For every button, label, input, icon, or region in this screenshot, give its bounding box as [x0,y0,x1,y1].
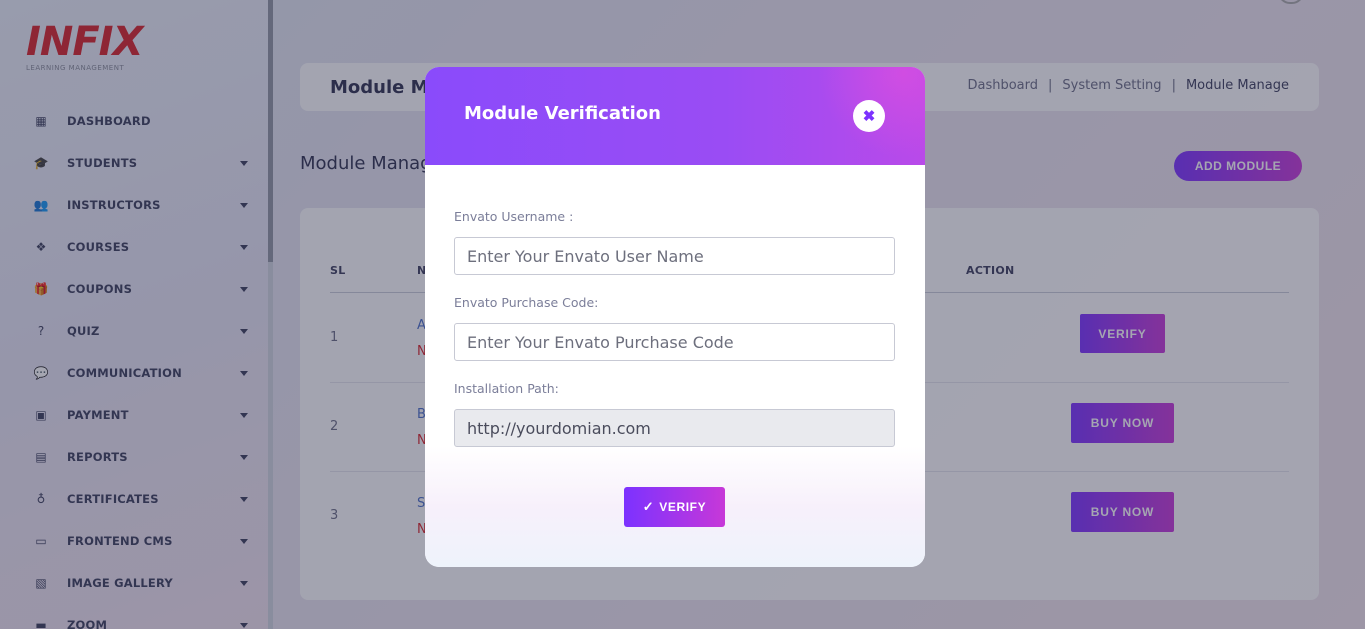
modal-body: Envato Username : Envato Purchase Code: … [425,165,925,567]
envato-username-label: Envato Username : [454,209,574,224]
modal-header: Module Verification [425,67,925,165]
envato-purchase-code-input[interactable] [454,323,895,361]
envato-username-input[interactable] [454,237,895,275]
envato-purchase-code-label: Envato Purchase Code: [454,295,599,310]
verify-button[interactable]: ✓ VERIFY [624,487,725,527]
module-verification-modal: Module Verification ✖ Envato Username : … [425,67,925,567]
close-icon[interactable]: ✖ [853,100,885,132]
installation-path-input[interactable] [454,409,895,447]
modal-title: Module Verification [464,103,661,124]
check-icon: ✓ [642,499,655,514]
verify-button-label: VERIFY [659,500,707,514]
installation-path-label: Installation Path: [454,381,559,396]
